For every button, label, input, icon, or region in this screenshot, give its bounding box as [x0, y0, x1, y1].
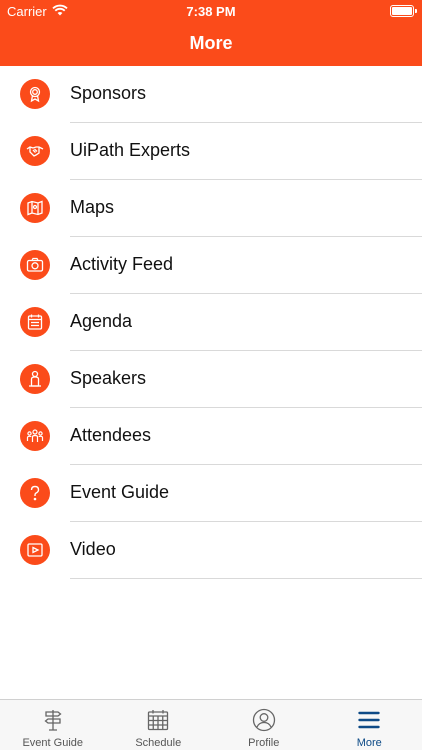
calendar-grid-icon: [148, 710, 169, 731]
menu-item-event-guide[interactable]: Event Guide: [0, 465, 422, 522]
menu-item-agenda[interactable]: Agenda: [0, 294, 422, 351]
menu-item-label: Sponsors: [70, 83, 147, 103]
divider: [70, 578, 422, 579]
navigation-header: Carrier 7:38 PM More: [0, 0, 422, 66]
menu-item-label: Attendees: [70, 425, 152, 445]
menu-item-label: Maps: [70, 197, 115, 217]
menu-item-label: Agenda: [70, 311, 133, 331]
page-title: More: [189, 33, 233, 53]
status-bar: Carrier 7:38 PM: [0, 0, 422, 22]
tab-profile[interactable]: Profile: [211, 700, 317, 750]
profile-circle-icon: [252, 708, 275, 732]
menu-item-label: Speakers: [70, 368, 147, 388]
hamburger-menu-icon: [358, 711, 380, 729]
menu-item-uipath-experts[interactable]: UiPath Experts: [0, 123, 422, 180]
tab-event-guide[interactable]: Event Guide: [0, 700, 106, 750]
tab-schedule[interactable]: Schedule: [106, 700, 212, 750]
menu-item-speakers[interactable]: Speakers: [0, 351, 422, 408]
people-group-icon: [20, 421, 50, 451]
calendar-icon: [20, 307, 50, 337]
menu-item-label: Video: [70, 539, 116, 559]
menu-item-activity-feed[interactable]: Activity Feed: [0, 237, 422, 294]
signpost-icon: [44, 710, 62, 731]
map-pin-icon: [20, 193, 50, 223]
speaker-person-icon: [20, 364, 50, 394]
tab-label: More: [356, 737, 382, 749]
camera-icon: [20, 250, 50, 280]
tab-label: Profile: [248, 737, 280, 749]
menu-item-maps[interactable]: Maps: [0, 180, 422, 237]
award-ribbon-icon: [20, 79, 50, 109]
tab-label: Schedule: [135, 737, 182, 749]
handshake-icon: [20, 136, 50, 166]
tab-label: Event Guide: [22, 737, 84, 749]
menu-item-label: UiPath Experts: [70, 140, 191, 160]
more-menu-list: Sponsors UiPath Experts Maps Activity Fe…: [0, 66, 422, 579]
clock: 7:38 PM: [186, 4, 236, 19]
tab-bar: Event Guide Schedule Profile More: [0, 699, 422, 750]
play-video-icon: [20, 535, 50, 565]
battery-icon: [390, 5, 417, 17]
menu-item-attendees[interactable]: Attendees: [0, 408, 422, 465]
menu-item-video[interactable]: Video: [0, 522, 422, 579]
menu-item-label: Activity Feed: [70, 254, 174, 274]
tab-more[interactable]: More: [317, 700, 422, 750]
question-icon: [20, 478, 50, 508]
menu-item-sponsors[interactable]: Sponsors: [0, 66, 422, 123]
menu-item-label: Event Guide: [70, 482, 170, 502]
